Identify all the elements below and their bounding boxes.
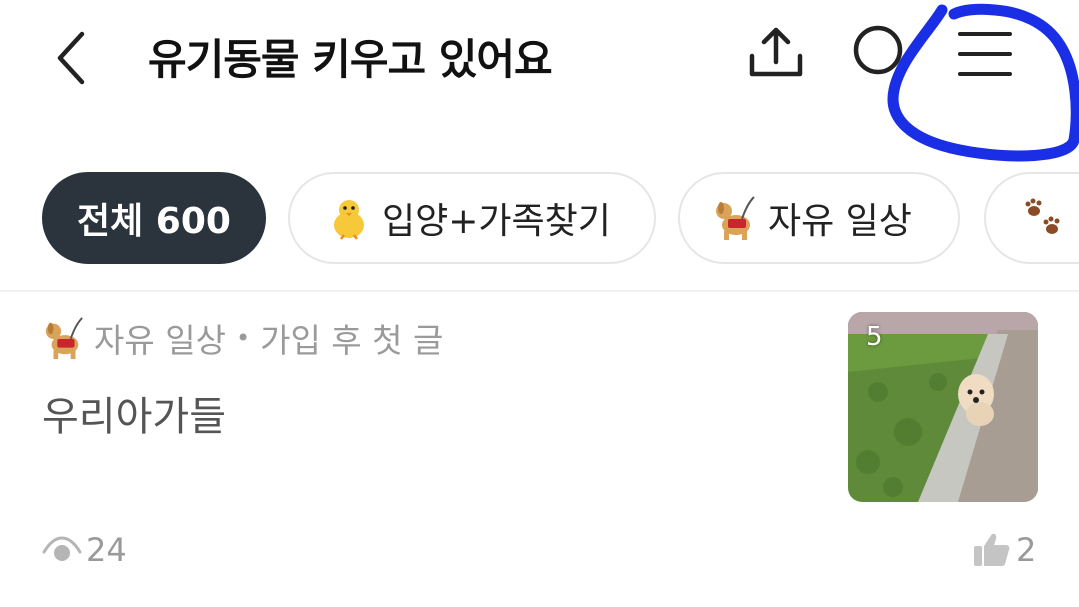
like-count-value: 2: [1016, 531, 1037, 569]
search-button[interactable]: [848, 22, 912, 86]
top-app-bar: 유기동물 키우고 있어요: [0, 0, 1079, 162]
chevron-left-icon: [57, 31, 85, 85]
chip-label: 자유 일상: [768, 201, 912, 242]
chip-label: 전체 600: [77, 201, 231, 242]
page-title: 유기동물 키우고 있어요: [148, 35, 553, 84]
eye-icon: [42, 536, 82, 561]
share-upload-icon: [749, 27, 803, 77]
post-meta: 자유 일상 • 가입 후 첫 글: [42, 314, 443, 362]
view-count-value: 24: [86, 531, 127, 569]
chip-free-daily[interactable]: 자유 일상: [678, 172, 960, 264]
hamburger-menu-icon: [958, 32, 1012, 76]
paw-prints-emoji-icon: [1025, 198, 1060, 234]
post-list-item[interactable]: 자유 일상 • 가입 후 첫 글 우리아가들 5 24 2: [0, 292, 1079, 607]
chip-adoption[interactable]: 입양+가족찾기: [288, 172, 656, 264]
image-count: 5: [866, 322, 883, 352]
service-dog-emoji-icon: [716, 196, 755, 240]
view-count: 24: [42, 530, 127, 570]
back-button[interactable]: [44, 28, 104, 88]
menu-button[interactable]: [952, 22, 1016, 86]
share-button[interactable]: [744, 22, 808, 86]
like-count[interactable]: 2: [972, 530, 1036, 570]
post-tag: 가입 후 첫 글: [260, 321, 444, 360]
post-title: 우리아가들: [42, 394, 226, 440]
chip-paw[interactable]: [984, 172, 1079, 264]
post-board-name: 자유 일상: [94, 321, 226, 360]
service-dog-emoji-icon: [45, 317, 83, 360]
thumbs-up-icon: [974, 533, 1010, 566]
meta-separator: •: [235, 324, 251, 352]
chip-all[interactable]: 전체 600: [42, 172, 266, 264]
search-icon: [853, 25, 903, 75]
category-chip-bar: 전체 600 입양+가족찾기 자유 일상: [0, 172, 1079, 268]
chick-emoji-icon: [334, 200, 364, 240]
chip-label: 입양+가족찾기: [382, 201, 611, 242]
post-thumbnail[interactable]: 5: [848, 312, 1038, 502]
